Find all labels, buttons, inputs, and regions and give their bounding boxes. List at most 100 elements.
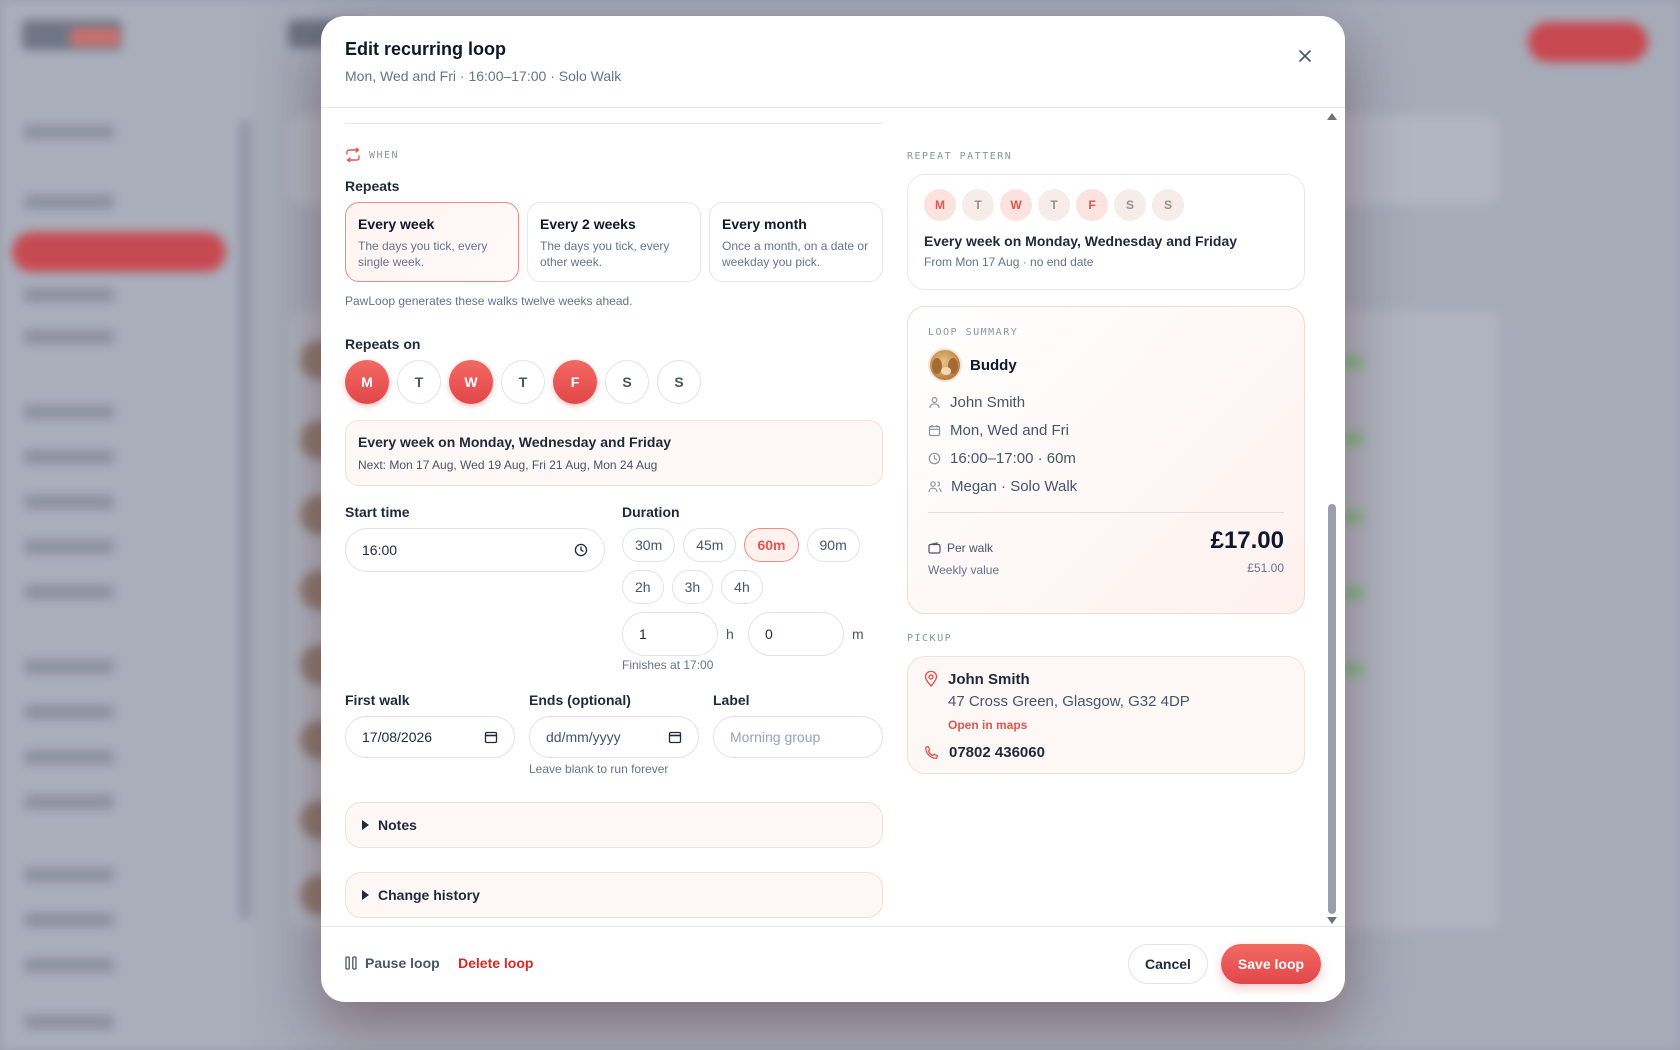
background-nav-item (24, 585, 114, 599)
per-walk-label: Per walk (947, 541, 994, 555)
change-history-toggle[interactable]: Change history (345, 872, 883, 918)
repeats-on-label: Repeats on (345, 336, 421, 352)
loop-time: 16:00–17:00 · 60m (950, 449, 1076, 467)
repeat-option-every-2-weeks[interactable]: Every 2 weeks The days you tick, every o… (527, 202, 701, 282)
disclosure-triangle-icon (362, 820, 369, 830)
price-per-walk: £17.00 (1210, 527, 1284, 554)
scrollbar-thumb[interactable] (1328, 504, 1336, 914)
save-loop-button[interactable]: Save loop (1221, 944, 1321, 984)
minutes-unit: m (852, 626, 864, 642)
day-toggle-sunday[interactable]: S (657, 360, 701, 404)
map-pin-icon (924, 671, 938, 687)
first-walk-date-input[interactable]: 17/08/2026 (345, 716, 515, 758)
loop-summary-label: LOOP SUMMARY (928, 327, 1019, 338)
duration-chip-3h[interactable]: 3h (671, 570, 714, 604)
background-nav-active (12, 232, 226, 272)
background-sidebar (0, 0, 250, 1050)
people-icon (928, 480, 942, 492)
close-button[interactable] (1291, 42, 1319, 70)
scroll-up-arrow[interactable] (1327, 113, 1337, 120)
wallet-icon (928, 542, 941, 554)
repeat-option-every-week[interactable]: Every week The days you tick, every sing… (345, 202, 519, 282)
divider (345, 123, 883, 124)
repeat-icon (346, 148, 360, 162)
divider (928, 512, 1284, 513)
duration-chip-90m[interactable]: 90m (806, 528, 860, 562)
background-nav-item (24, 330, 114, 344)
repeat-option-every-month[interactable]: Every month Once a month, on a date or w… (709, 202, 883, 282)
background-nav-item (24, 705, 114, 719)
pickup-address-row: John Smith 47 Cross Green, Glasgow, G32 … (924, 671, 1288, 732)
pickup-phone[interactable]: 07802 436060 (949, 744, 1045, 761)
pattern-subtitle: From Mon 17 Aug · no end date (924, 255, 1094, 269)
duration-chip-60m[interactable]: 60m (744, 528, 799, 562)
pet-name: Buddy (970, 356, 1017, 374)
open-in-maps-link[interactable]: Open in maps (948, 718, 1190, 732)
owner-row: John Smith (928, 393, 1284, 411)
label-input[interactable]: Morning group (713, 716, 883, 758)
schedule-summary: Every week on Monday, Wednesday and Frid… (345, 420, 883, 486)
pause-icon (345, 956, 357, 970)
pattern-day: S (1114, 189, 1146, 221)
start-time-value: 16:00 (362, 542, 398, 558)
day-toggle-thursday[interactable]: T (501, 360, 545, 404)
background-nav-item (24, 540, 114, 554)
modal-title: Edit recurring loop (345, 39, 507, 59)
repeat-pattern-label: REPEAT PATTERN (907, 151, 1013, 162)
walker-row: Megan · Solo Walk (928, 478, 1284, 495)
calendar-icon[interactable] (484, 730, 498, 744)
duration-hours-input[interactable]: 1 (622, 612, 718, 656)
pattern-day: T (1038, 189, 1070, 221)
custom-duration: 1 h 0 m (622, 612, 866, 656)
when-label: WHEN (369, 149, 400, 161)
start-time-input[interactable]: 16:00 (345, 528, 605, 572)
repeat-hint: PawLoop generates these walks twelve wee… (345, 294, 633, 308)
day-toggles: M T W T F S S (345, 360, 701, 404)
day-toggle-monday[interactable]: M (345, 360, 389, 404)
background-primary-button (1528, 22, 1648, 62)
start-time-label: Start time (345, 504, 410, 520)
day-toggle-tuesday[interactable]: T (397, 360, 441, 404)
schedule-summary-title: Every week on Monday, Wednesday and Frid… (358, 434, 672, 450)
duration-minutes-input[interactable]: 0 (748, 612, 844, 656)
ends-date-input[interactable]: dd/mm/yyyy (529, 716, 699, 758)
duration-presets: 30m 45m 60m 90m (622, 528, 860, 562)
first-walk-label: First walk (345, 692, 410, 708)
cancel-button[interactable]: Cancel (1128, 944, 1208, 984)
duration-chip-45m[interactable]: 45m (683, 528, 737, 562)
modal-subtitle: Mon, Wed and Fri · 16:00–17:00 · Solo Wa… (345, 68, 622, 84)
background-nav-item (24, 495, 114, 509)
duration-chip-2h[interactable]: 2h (622, 570, 664, 604)
background-nav-item (24, 660, 114, 674)
notes-toggle[interactable]: Notes (345, 802, 883, 848)
duration-chip-4h[interactable]: 4h (721, 570, 763, 604)
disclosure-triangle-icon (362, 890, 369, 900)
pet-avatar (928, 348, 962, 382)
pickup-phone-row[interactable]: 07802 436060 (924, 744, 1288, 761)
scroll-down-arrow[interactable] (1327, 917, 1337, 924)
repeat-options: Every week The days you tick, every sing… (345, 202, 883, 282)
option-title: Every month (722, 216, 807, 232)
duration-label: Duration (622, 504, 680, 520)
notes-label: Notes (378, 817, 417, 833)
pattern-day: T (962, 189, 994, 221)
finishes-at-hint: Finishes at 17:00 (622, 658, 714, 672)
background-nav-item (24, 405, 114, 419)
duration-chip-30m[interactable]: 30m (622, 528, 676, 562)
day-toggle-saturday[interactable]: S (605, 360, 649, 404)
per-walk-row: Per walk (928, 541, 999, 555)
background-nav-item (24, 913, 114, 927)
day-toggle-wednesday[interactable]: W (449, 360, 493, 404)
calendar-icon[interactable] (668, 730, 682, 744)
modal-header: Edit recurring loop Mon, Wed and Fri · 1… (321, 16, 1345, 108)
background-scrollbar (240, 120, 250, 920)
clock-icon[interactable] (574, 543, 588, 557)
owner-name: John Smith (950, 393, 1026, 411)
delete-loop-button[interactable]: Delete loop (458, 955, 533, 971)
time-row: 16:00–17:00 · 60m (928, 449, 1284, 467)
background-nav-item (24, 450, 114, 464)
pause-loop-button[interactable]: Pause loop (345, 955, 440, 971)
pickup-card: John Smith 47 Cross Green, Glasgow, G32 … (907, 656, 1305, 774)
day-toggle-friday[interactable]: F (553, 360, 597, 404)
clock-icon (928, 452, 941, 464)
